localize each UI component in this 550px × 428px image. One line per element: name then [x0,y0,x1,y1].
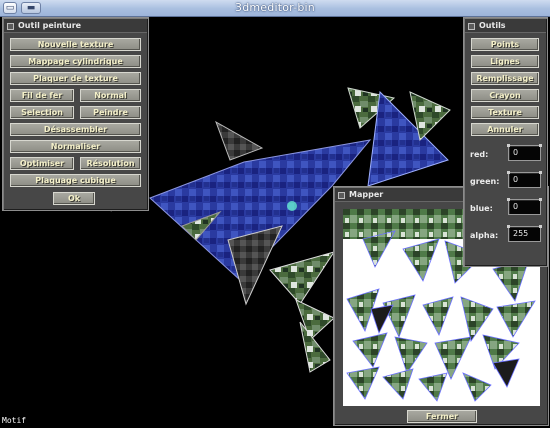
fil-de-fer-button[interactable]: Fil de fer [10,89,74,102]
uv-triangle[interactable] [418,372,448,402]
uv-triangle[interactable] [462,372,492,402]
normal-button[interactable]: Normal [80,89,141,102]
close-icon[interactable] [7,22,14,30]
mesh-face [269,251,336,305]
ok-button[interactable]: Ok [53,192,95,205]
mesh-face [215,120,264,161]
uv-triangle[interactable] [346,366,380,400]
nouvelle-texture-button[interactable]: Nouvelle texture [10,38,141,51]
alpha-field[interactable]: 255 [507,225,542,242]
uv-triangle[interactable] [394,336,428,374]
lignes-button[interactable]: Lignes [471,55,539,68]
panel-title: Outil peinture [7,20,144,32]
uv-triangle[interactable] [422,296,454,336]
uv-triangle[interactable] [382,368,414,400]
mode-label: Motif [2,416,27,425]
green-label: green: [470,177,500,186]
red-label: red: [470,150,489,159]
panel-title-text: Mapper [349,190,384,199]
resolution-button[interactable]: Résolution [80,157,141,170]
close-icon[interactable] [468,22,475,30]
mappage-cylindrique-button[interactable]: Mappage cylindrique [10,55,141,68]
uv-triangle[interactable] [370,304,394,335]
blue-label: blue: [470,204,493,213]
outils-panel: Outils Points Lignes Remplissage Crayon … [463,17,548,267]
green-field[interactable]: 0 [507,171,542,188]
plaquage-cubique-button[interactable]: Plaquage cubique [10,174,141,187]
uv-triangle[interactable] [352,332,388,368]
window-title: 3dmeditor-bin [235,1,315,14]
peindre-button[interactable]: Peindre [80,106,141,119]
plaquer-texture-button[interactable]: Plaquer de texture [10,72,141,85]
uv-triangle[interactable] [434,336,472,380]
panel-title-text: Outil peinture [18,21,82,30]
annuler-button[interactable]: Annuler [471,123,539,136]
alpha-label: alpha: [470,231,499,240]
panel-title-text: Outils [479,21,506,30]
optimiser-button[interactable]: Optimiser [10,157,74,170]
mesh-face [295,299,335,341]
uv-triangle[interactable] [460,296,494,342]
panel-title: Outils [468,20,543,32]
red-field[interactable]: 0 [507,144,542,161]
uv-triangle[interactable] [492,358,520,388]
remplissage-button[interactable]: Remplissage [471,72,539,85]
light-glow [287,201,297,211]
uv-triangle[interactable] [402,238,440,282]
uv-triangle[interactable] [496,300,536,338]
texture-button[interactable]: Texture [471,106,539,119]
mesh-face [227,225,283,306]
selection-button[interactable]: Selection [10,106,74,119]
crayon-button[interactable]: Crayon [471,89,539,102]
app-window: ▭ ▬ 3dmeditor-bin Motif Outil peinture N… [0,0,550,428]
window-title-bar[interactable]: ▭ ▬ 3dmeditor-bin [0,0,550,17]
desassembler-button[interactable]: Désassembler [10,123,141,136]
fermer-button[interactable]: Fermer [407,410,477,423]
points-button[interactable]: Points [471,38,539,51]
blue-field[interactable]: 0 [507,198,542,215]
normaliser-button[interactable]: Normaliser [10,140,141,153]
close-icon[interactable] [338,191,345,199]
outil-peinture-panel: Outil peinture Nouvelle texture Mappage … [2,17,149,211]
